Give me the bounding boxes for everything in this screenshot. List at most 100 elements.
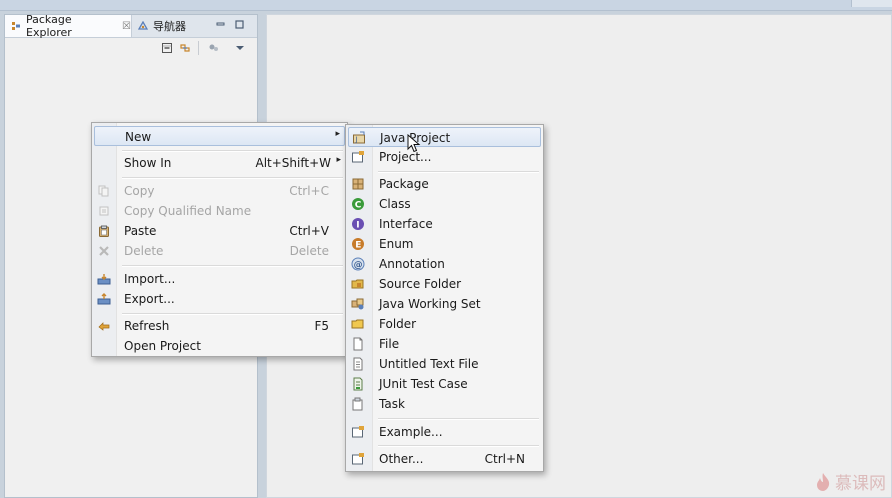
menu-item-import[interactable]: Import... (94, 269, 345, 289)
view-toolbar (5, 38, 257, 58)
svg-text:@: @ (354, 261, 363, 271)
tab-label: 导航器 (153, 20, 186, 33)
menu-item-show-in[interactable]: Show In Alt+Shift+W ▸ (94, 153, 345, 173)
menu-item-label: Source Folder (379, 277, 462, 291)
menu-item-label: Open Project (124, 339, 201, 353)
annotation-icon: @ (351, 257, 365, 271)
copy-icon (97, 184, 111, 198)
menu-separator (122, 313, 343, 315)
close-tab-icon[interactable]: ☒ (122, 21, 131, 32)
source-folder-icon (351, 277, 365, 291)
java-project-icon: J (352, 131, 366, 145)
menu-item-copy-qualified-name[interactable]: Copy Qualified Name (94, 201, 345, 221)
submenu-item-untitled-text-file[interactable]: Untitled Text File (348, 354, 541, 374)
refresh-icon (97, 319, 111, 333)
view-tab-bar: Package Explorer ☒ 导航器 (5, 13, 257, 39)
mouse-cursor-icon (407, 134, 421, 153)
minimize-icon[interactable] (216, 20, 225, 29)
submenu-item-folder[interactable]: Folder (348, 314, 541, 334)
watermark: 慕课网 (814, 469, 886, 494)
submenu-arrow-icon: ▸ (335, 129, 340, 139)
class-icon: C (351, 197, 365, 211)
submenu-item-source-folder[interactable]: Source Folder (348, 274, 541, 294)
submenu-item-annotation[interactable]: @ Annotation (348, 254, 541, 274)
svg-text:E: E (355, 241, 361, 251)
submenu-item-other[interactable]: Other... Ctrl+N (348, 449, 541, 469)
link-with-editor-icon[interactable] (179, 42, 191, 54)
menu-item-label: Folder (379, 317, 417, 331)
untitled-text-file-icon (351, 357, 365, 371)
delete-icon (97, 244, 111, 258)
svg-text:J: J (355, 136, 358, 144)
menu-item-label: Other... (379, 452, 424, 466)
menu-item-label: Refresh (124, 319, 170, 333)
flame-logo-icon (817, 472, 830, 491)
project-icon (351, 150, 365, 164)
menu-item-copy[interactable]: Copy Ctrl+C (94, 181, 345, 201)
menu-separator (378, 418, 539, 420)
view-menu-icon[interactable] (234, 42, 246, 54)
interface-icon: I (351, 217, 365, 231)
menu-item-label: Paste (124, 224, 157, 238)
submenu-item-project[interactable]: Project... (348, 147, 541, 167)
menu-item-label: Enum (379, 237, 414, 251)
submenu-item-interface[interactable]: I Interface (348, 214, 541, 234)
watermark-text: 慕课网 (835, 474, 886, 494)
menu-item-label: Interface (379, 217, 433, 231)
maximize-icon[interactable] (235, 20, 244, 29)
submenu-item-junit-test-case[interactable]: JUnit Test Case (348, 374, 541, 394)
new-submenu: J Java Project Project... Package C Clas… (345, 124, 544, 472)
menu-item-delete[interactable]: Delete Delete (94, 241, 345, 261)
menu-item-label: Show In (124, 156, 172, 170)
submenu-item-java-project[interactable]: J Java Project (348, 127, 541, 147)
menu-item-label: Project... (379, 150, 432, 164)
submenu-item-example[interactable]: Example... (348, 422, 541, 442)
menu-item-refresh[interactable]: Refresh F5 (94, 316, 345, 336)
tab-package-explorer[interactable]: Package Explorer ☒ (5, 13, 132, 39)
menu-separator (122, 265, 343, 267)
menu-item-label: Copy (124, 184, 155, 198)
menu-item-accelerator: F5 (314, 319, 329, 333)
menu-item-accelerator: Ctrl+C (289, 184, 329, 198)
paste-icon (97, 224, 111, 238)
window-control-area[interactable] (851, 0, 892, 7)
toolbar-separator (198, 41, 199, 55)
menu-item-accelerator: Alt+Shift+W (255, 156, 332, 170)
submenu-item-file[interactable]: File (348, 334, 541, 354)
junit-test-case-icon (351, 377, 365, 391)
menu-item-label: File (379, 337, 400, 351)
submenu-item-enum[interactable]: E Enum (348, 234, 541, 254)
tab-navigator[interactable]: 导航器 (132, 15, 202, 37)
menu-item-label: JUnit Test Case (379, 377, 468, 391)
menu-item-new[interactable]: New ▸ (94, 126, 345, 146)
menu-item-label: Export... (124, 292, 175, 306)
example-icon (351, 425, 365, 439)
menu-item-label: Java Working Set (379, 297, 481, 311)
context-menu: New ▸ Show In Alt+Shift+W ▸ Copy Ctrl+C … (91, 122, 348, 357)
submenu-item-java-working-set[interactable]: Java Working Set (348, 294, 541, 314)
copy-qualified-name-icon (97, 204, 111, 218)
collapse-all-icon[interactable] (161, 42, 173, 54)
menu-item-accelerator: Ctrl+V (289, 224, 329, 238)
menu-item-label: Untitled Text File (379, 357, 479, 371)
package-explorer-icon (11, 21, 21, 31)
focus-on-active-task-icon[interactable] (208, 42, 220, 54)
submenu-item-package[interactable]: Package (348, 174, 541, 194)
menu-item-export[interactable]: Export... (94, 289, 345, 309)
submenu-item-class[interactable]: C Class (348, 194, 541, 214)
menu-item-label: Class (379, 197, 411, 211)
menu-separator (122, 150, 343, 152)
package-icon (351, 177, 365, 191)
menu-item-paste[interactable]: Paste Ctrl+V (94, 221, 345, 241)
submenu-item-task[interactable]: Task (348, 394, 541, 414)
enum-icon: E (351, 237, 365, 251)
menu-item-label: Package (379, 177, 429, 191)
window-top-strip (0, 0, 892, 11)
menu-separator (378, 445, 539, 447)
menu-item-accelerator: Delete (289, 244, 329, 258)
menu-item-label: Delete (124, 244, 164, 258)
menu-item-open-project[interactable]: Open Project (94, 336, 345, 356)
menu-item-label: Copy Qualified Name (124, 204, 252, 218)
menu-item-accelerator: Ctrl+N (484, 452, 525, 466)
tab-label: Package Explorer (26, 13, 72, 39)
